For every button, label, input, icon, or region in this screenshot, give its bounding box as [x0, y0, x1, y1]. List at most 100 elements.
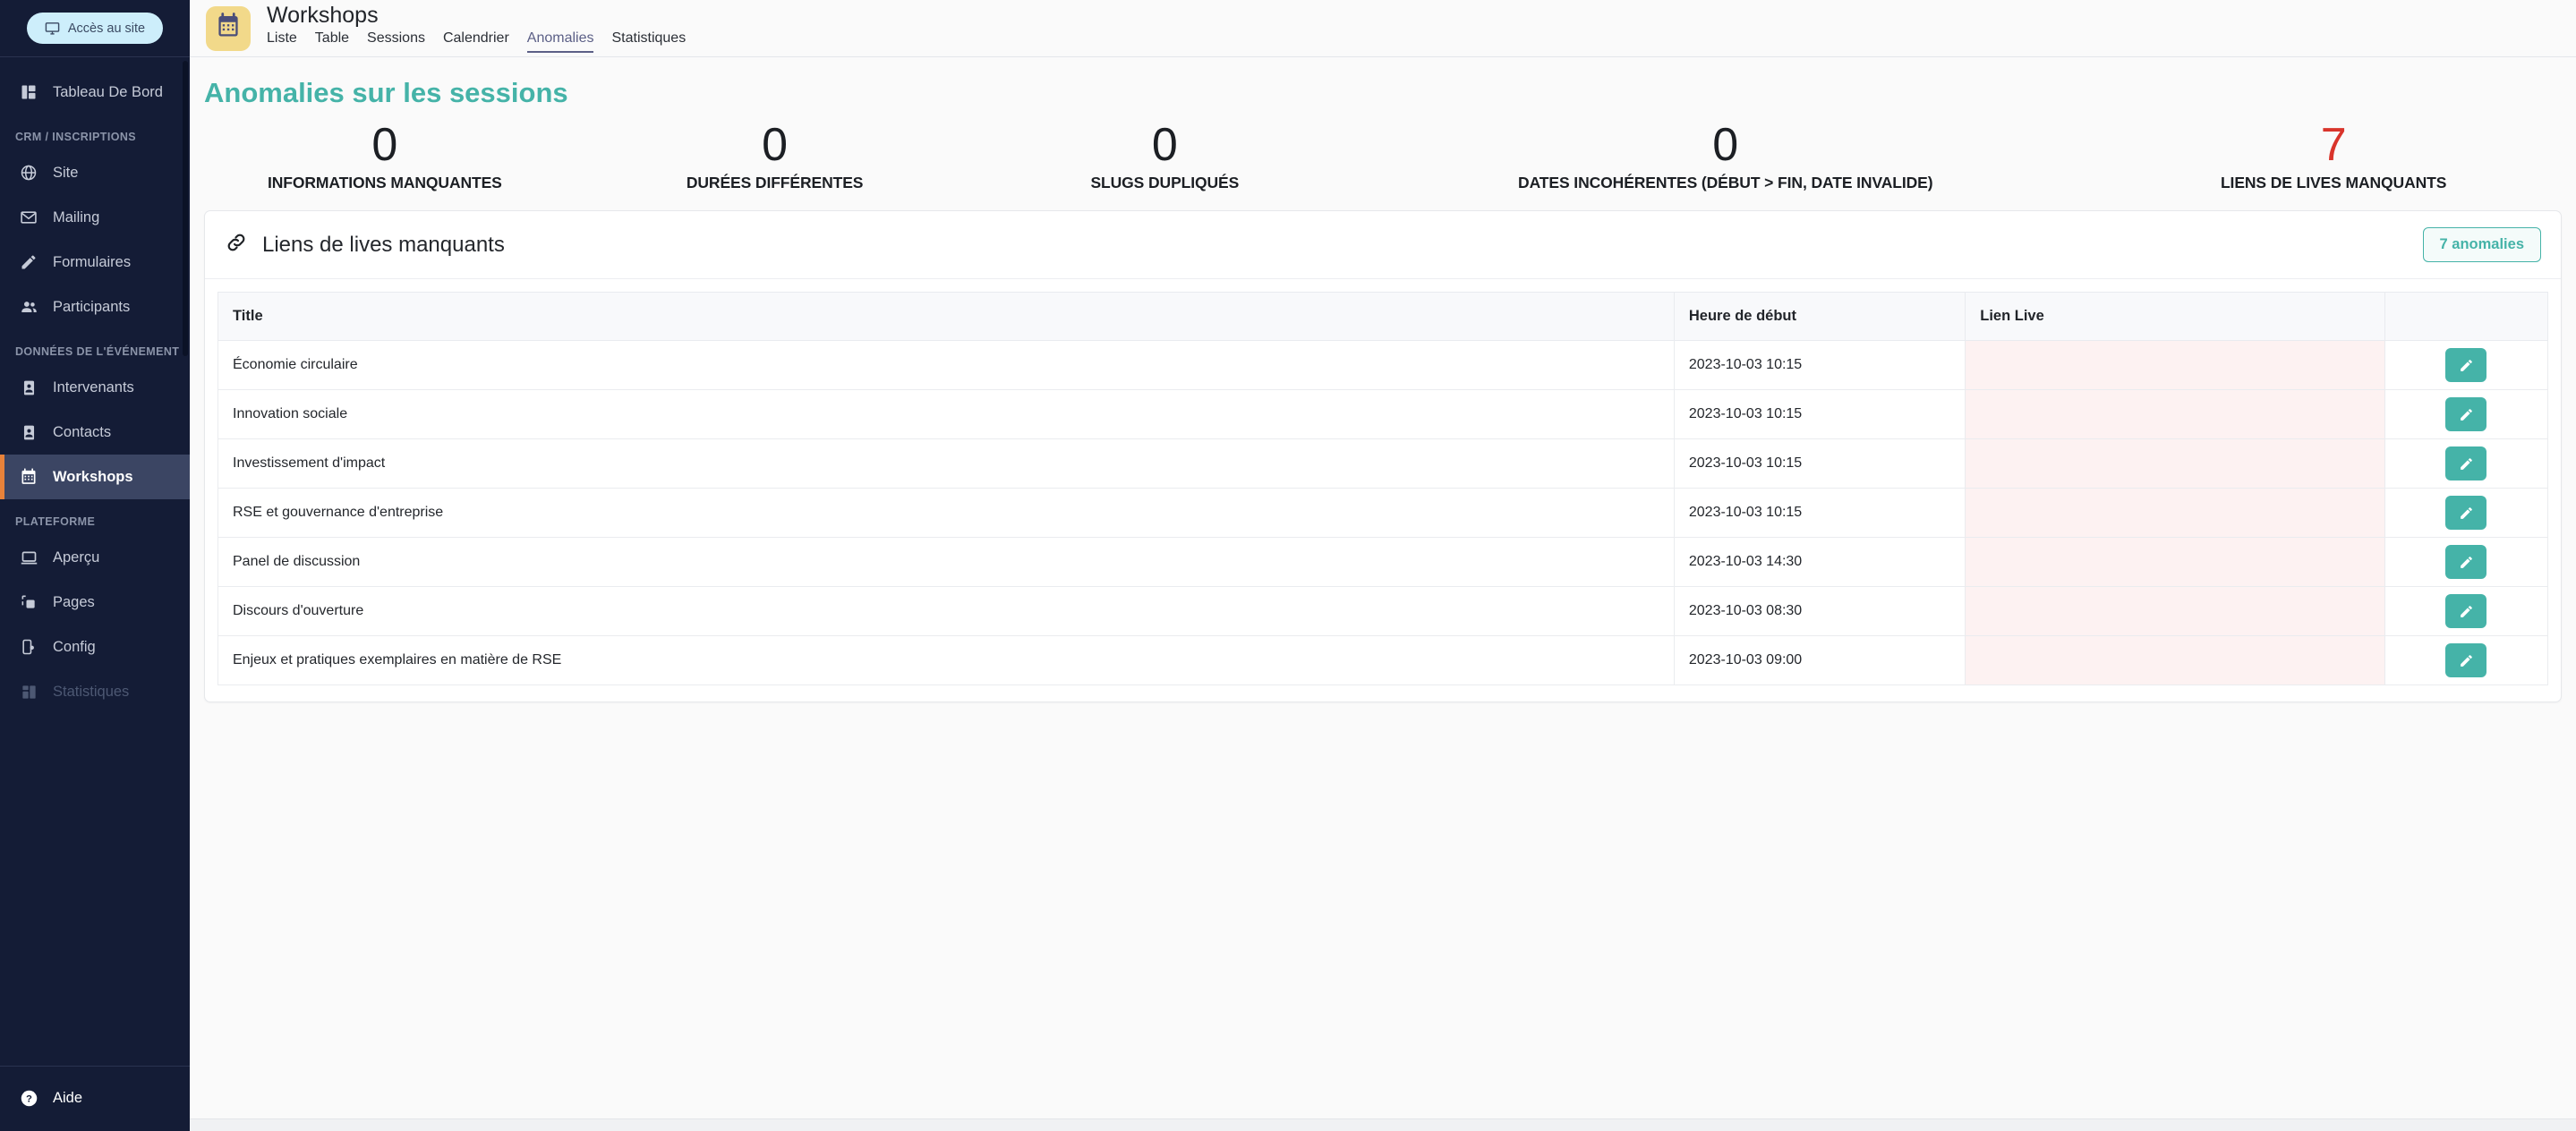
tab-anomalies[interactable]: Anomalies	[527, 30, 594, 53]
stat-informations-manquantes: 0 INFORMATIONS MANQUANTES	[190, 122, 580, 192]
column-header-title[interactable]: Title	[218, 293, 1675, 341]
stat-label: SLUGS DUPLIQUÉS	[1090, 174, 1239, 192]
cell-actions	[2384, 390, 2547, 439]
sidebar-item-label: Config	[53, 639, 96, 656]
stat-label: DATES INCOHÉRENTES (DÉBUT > FIN, DATE IN…	[1518, 174, 1932, 192]
anomaly-card-title-group: Liens de lives manquants	[225, 231, 505, 259]
sidebar-item-label: Aide	[53, 1090, 82, 1107]
column-header-start-time[interactable]: Heure de début	[1674, 293, 1965, 341]
table-row: Enjeux et pratiques exemplaires en matiè…	[218, 636, 2548, 685]
sidebar-item-aide[interactable]: ? Aide	[0, 1076, 190, 1120]
cell-live-link	[1966, 636, 2385, 685]
table-row: Discours d'ouverture 2023-10-03 08:30	[218, 587, 2548, 636]
column-header-live-link[interactable]: Lien Live	[1966, 293, 2385, 341]
tab-calendrier[interactable]: Calendrier	[443, 30, 509, 53]
page-title: Workshops	[267, 4, 686, 27]
stat-value: 0	[762, 122, 788, 168]
contact-card-icon	[19, 422, 38, 442]
table-row: Innovation sociale 2023-10-03 10:15	[218, 390, 2548, 439]
sidebar-item-dashboard[interactable]: Tableau De Bord	[0, 70, 190, 115]
link-icon	[225, 231, 248, 259]
sidebar-item-pages[interactable]: Pages	[0, 580, 190, 625]
cell-live-link	[1966, 587, 2385, 636]
copy-icon	[19, 592, 38, 612]
cell-title: Investissement d'impact	[218, 439, 1675, 489]
dashboard-icon	[19, 82, 38, 102]
anomaly-count-badge[interactable]: 7 anomalies	[2423, 227, 2541, 262]
sidebar-item-intervenants[interactable]: Intervenants	[0, 365, 190, 410]
edit-button[interactable]	[2445, 496, 2486, 530]
sidebar-item-label: Mailing	[53, 209, 99, 226]
cell-actions	[2384, 439, 2547, 489]
cell-live-link	[1966, 341, 2385, 390]
sidebar-item-apercu[interactable]: Aperçu	[0, 535, 190, 580]
header-text-group: Workshops Liste Table Sessions Calendrie…	[267, 4, 686, 53]
cell-start-time: 2023-10-03 08:30	[1674, 587, 1965, 636]
sidebar-item-label: Site	[53, 165, 78, 182]
cell-start-time: 2023-10-03 09:00	[1674, 636, 1965, 685]
header-tabs: Liste Table Sessions Calendrier Anomalie…	[267, 30, 686, 53]
sidebar-item-label: Tableau De Bord	[53, 84, 163, 101]
cell-actions	[2384, 341, 2547, 390]
sidebar-item-config[interactable]: Config	[0, 625, 190, 669]
sidebar-footer: ? Aide	[0, 1066, 190, 1131]
calendar-icon	[19, 467, 38, 487]
anomaly-table-wrapper: Title Heure de début Lien Live Économie …	[205, 279, 2561, 702]
stat-value: 0	[371, 122, 397, 168]
sidebar-nav: Tableau De Bord CRM / INSCRIPTIONS Site	[0, 57, 190, 1066]
sidebar-item-site[interactable]: Site	[0, 150, 190, 195]
cell-live-link	[1966, 538, 2385, 587]
edit-icon	[2459, 407, 2474, 422]
sidebar-item-participants[interactable]: Participants	[0, 285, 190, 329]
cell-title: Enjeux et pratiques exemplaires en matiè…	[218, 636, 1675, 685]
edit-button[interactable]	[2445, 594, 2486, 628]
sidebar-item-label: Pages	[53, 594, 95, 611]
cell-live-link	[1966, 489, 2385, 538]
anomaly-card-title: Liens de lives manquants	[262, 233, 505, 258]
edit-button[interactable]	[2445, 397, 2486, 431]
sidebar-item-statistiques[interactable]: Statistiques	[0, 669, 190, 714]
cell-actions	[2384, 587, 2547, 636]
column-header-actions	[2384, 293, 2547, 341]
cell-title: Discours d'ouverture	[218, 587, 1675, 636]
cell-actions	[2384, 636, 2547, 685]
bottom-strip	[190, 1118, 2576, 1131]
tab-table[interactable]: Table	[315, 30, 349, 53]
sidebar-item-label: Formulaires	[53, 254, 131, 271]
section-title: Anomalies sur les sessions	[190, 57, 2576, 109]
site-access-button[interactable]: Accès au site	[27, 13, 163, 44]
cell-start-time: 2023-10-03 10:15	[1674, 341, 1965, 390]
pencil-icon	[19, 252, 38, 272]
stat-label: INFORMATIONS MANQUANTES	[268, 174, 502, 192]
cell-start-time: 2023-10-03 10:15	[1674, 390, 1965, 439]
cell-actions	[2384, 538, 2547, 587]
table-body: Économie circulaire 2023-10-03 10:15	[218, 341, 2548, 685]
stat-label: LIENS DE LIVES MANQUANTS	[2221, 174, 2446, 192]
stat-label: DURÉES DIFFÉRENTES	[687, 174, 864, 192]
tab-liste[interactable]: Liste	[267, 30, 297, 53]
sidebar-item-mailing[interactable]: Mailing	[0, 195, 190, 240]
edit-button[interactable]	[2445, 643, 2486, 677]
table-head: Title Heure de début Lien Live	[218, 293, 2548, 341]
tab-sessions[interactable]: Sessions	[367, 30, 425, 53]
svg-text:?: ?	[26, 1093, 32, 1104]
page-content: Anomalies sur les sessions 0 INFORMATION…	[190, 57, 2576, 1131]
edit-button[interactable]	[2445, 545, 2486, 579]
tab-statistiques[interactable]: Statistiques	[611, 30, 686, 53]
edit-button[interactable]	[2445, 446, 2486, 480]
stat-durees-differentes: 0 DURÉES DIFFÉRENTES	[580, 122, 970, 192]
device-settings-icon	[19, 637, 38, 657]
stat-value: 7	[2321, 122, 2347, 168]
edit-icon	[2459, 506, 2474, 521]
edit-icon	[2459, 604, 2474, 619]
sidebar-item-label: Aperçu	[53, 549, 99, 566]
anomaly-stats-row: 0 INFORMATIONS MANQUANTES 0 DURÉES DIFFÉ…	[190, 109, 2576, 201]
cell-actions	[2384, 489, 2547, 538]
sidebar-item-formulaires[interactable]: Formulaires	[0, 240, 190, 285]
sidebar-item-contacts[interactable]: Contacts	[0, 410, 190, 455]
workshops-app-icon	[206, 6, 251, 51]
anomaly-card-header: Liens de lives manquants 7 anomalies	[205, 211, 2561, 279]
stat-liens-lives-manquants: 7 LIENS DE LIVES MANQUANTS	[2091, 122, 2576, 192]
sidebar-item-workshops[interactable]: Workshops	[0, 455, 190, 499]
edit-button[interactable]	[2445, 348, 2486, 382]
